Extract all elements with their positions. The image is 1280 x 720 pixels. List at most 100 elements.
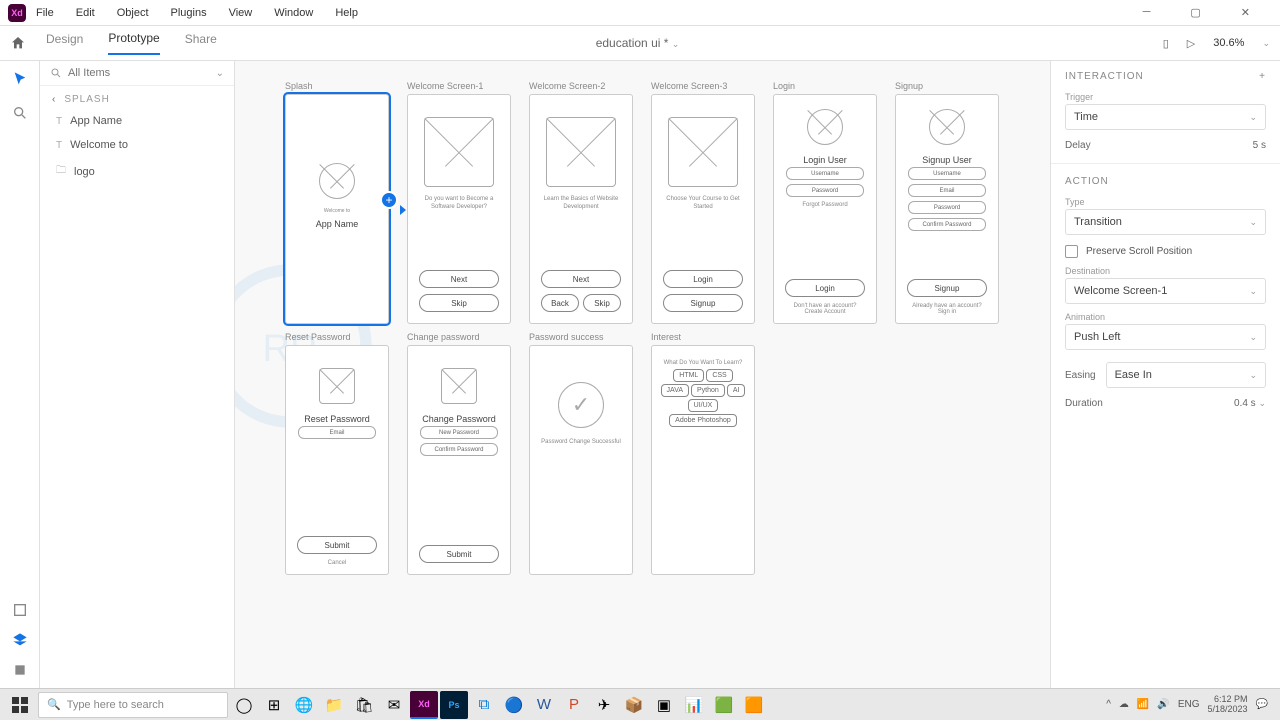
menu-object[interactable]: Object — [117, 7, 149, 19]
artboard-screen[interactable]: What Do You Want To Learn?HTMLCSSJAVAPyt… — [651, 345, 755, 575]
taskbar-ps-icon[interactable]: Ps — [440, 691, 468, 719]
taskbar-app-icon[interactable]: 📦 — [620, 691, 648, 719]
layer-item[interactable]: 🗀logo — [40, 157, 234, 186]
maximize-icon[interactable]: ▢ — [1190, 6, 1200, 19]
taskbar-word-icon[interactable]: W — [530, 691, 558, 719]
artboard-label[interactable]: Interest — [651, 332, 755, 342]
artboard-label[interactable]: Login — [773, 81, 877, 91]
artboard-label[interactable]: Splash — [285, 81, 389, 91]
artboard[interactable]: Welcome Screen-2 Learn the Basics of Webs… — [529, 81, 633, 324]
add-interaction-icon[interactable]: + — [1259, 71, 1266, 82]
breadcrumb[interactable]: ‹ SPLASH — [40, 86, 234, 109]
taskbar-vscode-icon[interactable]: ⧉ — [470, 691, 498, 719]
artboard-label[interactable]: Welcome Screen-2 — [529, 81, 633, 91]
artboard[interactable]: Welcome Screen-1 Do you want to Become a … — [407, 81, 511, 324]
taskbar-app-icon[interactable]: 🟩 — [710, 691, 738, 719]
taskbar-mail-icon[interactable]: ✉ — [380, 691, 408, 719]
system-tray[interactable]: ^ ☁ 📶 🔊 ENG 6:12 PM5/18/2023 💬 — [1106, 695, 1276, 715]
tray-volume-icon[interactable]: 🔊 — [1157, 699, 1169, 710]
layer-item[interactable]: TWelcome to — [40, 133, 234, 157]
home-icon[interactable] — [10, 35, 26, 51]
minimize-icon[interactable]: ─ — [1143, 6, 1151, 19]
artboard[interactable]: Reset PasswordReset PasswordEmailSubmitC… — [285, 332, 389, 575]
taskbar-taskview-icon[interactable]: ⊞ — [260, 691, 288, 719]
canvas[interactable]: RR SplashWelcome toApp Name+Welcome Scre… — [235, 61, 1050, 688]
artboard-label[interactable]: Signup — [895, 81, 999, 91]
artboard-screen[interactable]: Login UserUsernamePasswordForgot Passwor… — [773, 94, 877, 324]
taskbar-app-icon[interactable]: 🟧 — [740, 691, 768, 719]
duration-value[interactable]: 0.4 s ⌄ — [1234, 398, 1266, 409]
tray-lang-icon[interactable]: ENG — [1178, 699, 1200, 710]
easing-select[interactable]: Ease In⌄ — [1106, 362, 1266, 388]
artboard-screen[interactable]: Reset PasswordEmailSubmitCancel — [285, 345, 389, 575]
zoom-level[interactable]: 30.6% — [1213, 37, 1244, 49]
type-select[interactable]: Transition⌄ — [1065, 209, 1266, 235]
taskbar-edge-icon[interactable]: 🌐 — [290, 691, 318, 719]
taskbar-chrome-icon[interactable]: 🔵 — [500, 691, 528, 719]
artboard-screen[interactable]: ✓Password Change Successful — [529, 345, 633, 575]
menu-window[interactable]: Window — [274, 7, 313, 19]
taskbar-xd-icon[interactable]: Xd — [410, 691, 438, 719]
artboard[interactable]: Login Login UserUsernamePasswordForgot Pa… — [773, 81, 877, 324]
preserve-scroll-checkbox[interactable]: Preserve Scroll Position — [1065, 245, 1266, 258]
artboard-label[interactable]: Welcome Screen-3 — [651, 81, 755, 91]
plugins-icon[interactable] — [12, 662, 28, 678]
artboard-screen[interactable]: Do you want to Become a Software Develop… — [407, 94, 511, 324]
destination-select[interactable]: Welcome Screen-1⌄ — [1065, 278, 1266, 304]
delay-value[interactable]: 5 s — [1253, 140, 1266, 151]
play-icon[interactable]: ▷ — [1187, 37, 1195, 50]
zoom-tool-icon[interactable] — [12, 105, 28, 121]
artboard-screen[interactable]: Welcome toApp Name+ — [285, 94, 389, 324]
library-icon[interactable] — [12, 602, 28, 618]
tab-design[interactable]: Design — [46, 32, 83, 54]
close-icon[interactable]: ✕ — [1241, 6, 1250, 19]
start-button[interactable] — [4, 691, 36, 719]
taskbar-ppt-icon[interactable]: P — [560, 691, 588, 719]
artboard[interactable]: Change password Change PasswordNew Passwo… — [407, 332, 511, 575]
artboard-label[interactable]: Password success — [529, 332, 633, 342]
zoom-chevron-icon[interactable]: ⌄ — [1262, 38, 1270, 49]
taskbar-store-icon[interactable]: 🛍 — [350, 691, 378, 719]
menu-view[interactable]: View — [229, 7, 253, 19]
prototype-connector-icon[interactable]: + — [380, 191, 398, 209]
animation-select[interactable]: Push Left⌄ — [1065, 324, 1266, 350]
artboard[interactable]: Interest What Do You Want To Learn?HTMLCS… — [651, 332, 755, 575]
layer-item[interactable]: TApp Name — [40, 109, 234, 133]
tray-notifications-icon[interactable]: 💬 — [1256, 699, 1268, 710]
breadcrumb-back-icon[interactable]: ‹ — [52, 94, 56, 105]
taskbar-explorer-icon[interactable]: 📁 — [320, 691, 348, 719]
taskbar-app-icon[interactable]: ✈ — [590, 691, 618, 719]
tray-cloud-icon[interactable]: ☁ — [1119, 699, 1129, 710]
tray-clock[interactable]: 6:12 PM5/18/2023 — [1208, 695, 1248, 715]
tab-share[interactable]: Share — [185, 32, 217, 54]
menu-plugins[interactable]: Plugins — [171, 7, 207, 19]
taskbar-app-icon[interactable]: 📊 — [680, 691, 708, 719]
taskbar-app-icon[interactable]: ▣ — [650, 691, 678, 719]
trigger-select[interactable]: Time⌄ — [1065, 104, 1266, 130]
menu-file[interactable]: File — [36, 7, 54, 19]
layers-icon[interactable] — [12, 632, 28, 648]
taskbar-search[interactable]: 🔍Type here to search — [38, 692, 228, 718]
artboard[interactable]: Welcome Screen-3 Choose Your Course to Ge… — [651, 81, 755, 324]
taskbar-cortana-icon[interactable]: ◯ — [230, 691, 258, 719]
select-tool-icon[interactable] — [12, 71, 28, 87]
artboard-label[interactable]: Welcome Screen-1 — [407, 81, 511, 91]
tray-wifi-icon[interactable]: 📶 — [1137, 699, 1149, 710]
layers-search-input[interactable] — [68, 67, 216, 79]
artboard-screen[interactable]: Change PasswordNew PasswordConfirm Passw… — [407, 345, 511, 575]
artboard-screen[interactable]: Learn the Basics of Website DevelopmentN… — [529, 94, 633, 324]
screen-subtitle: Learn the Basics of Website Development — [536, 196, 626, 212]
tab-prototype[interactable]: Prototype — [108, 31, 159, 55]
filter-chevron-icon[interactable]: ⌄ — [216, 68, 224, 79]
artboard-screen[interactable]: Choose Your Course to Get StartedLoginSi… — [651, 94, 755, 324]
artboard[interactable]: Signup Signup UserUsernameEmailPasswordCo… — [895, 81, 999, 324]
artboard[interactable]: Password success ✓Password Change Success… — [529, 332, 633, 575]
menu-help[interactable]: Help — [335, 7, 358, 19]
tray-chevron-icon[interactable]: ^ — [1106, 699, 1111, 710]
device-preview-icon[interactable]: ▯ — [1163, 37, 1169, 50]
wire-field: Email — [298, 426, 376, 439]
artboard-screen[interactable]: Signup UserUsernameEmailPasswordConfirm … — [895, 94, 999, 324]
artboard-label[interactable]: Change password — [407, 332, 511, 342]
menu-edit[interactable]: Edit — [76, 7, 95, 19]
artboard[interactable]: Splash Welcome toApp Name+ — [285, 81, 389, 324]
